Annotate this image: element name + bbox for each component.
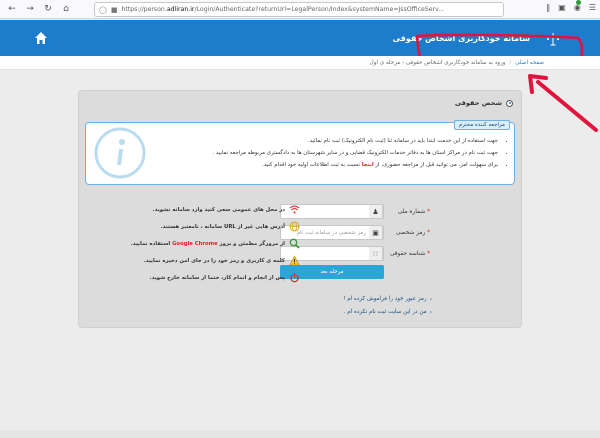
extension-icon[interactable]: ◉: [574, 0, 581, 12]
notice-list: جهت استفاده از این خدمت ابتدا باید در سا…: [144, 135, 504, 171]
national-id-label: * شماره ملی: [376, 209, 430, 215]
tip-text: از مرورگر مطمئن و بروز Google Chrome است…: [131, 241, 285, 247]
legal-person-radio[interactable]: [506, 99, 513, 107]
tip-text: کلمه ی کاربری و رمز خود را در جای امن ذخ…: [143, 257, 285, 264]
globe-icon: [289, 221, 300, 232]
chevron-left-icon: ‹: [429, 296, 432, 303]
not-registered-link[interactable]: ‹ من در این سایت ثبت نام نکرده ام .: [282, 306, 432, 319]
shield-icon: ◯: [99, 5, 107, 14]
wifi-warning-icon: [289, 205, 300, 214]
tip-text-chrome: Google Chrome: [172, 240, 218, 247]
tip-text: آدرس هایی غیر از URL سامانه ، نامعتبر هس…: [161, 224, 285, 230]
menu-icon[interactable]: ☰: [589, 3, 596, 12]
panel-heading-label: شخص حقوقی: [454, 99, 502, 107]
panel-heading: شخص حقوقی: [455, 99, 513, 107]
address-bar[interactable]: ◯ ■ https://person. adliran.ir/Login/Auth…: [94, 2, 504, 17]
notice-item-text: برای سهولت امر، می توانید قبل از مراجعه …: [375, 162, 498, 168]
tip-text-part: آدرس هایی غیر از: [235, 223, 285, 230]
tip-text: در محل های عمومی سعی کنید وارد سامانه نش…: [152, 206, 285, 213]
tip-text-part: از مرورگر مطمئن و بروز: [217, 240, 285, 247]
url-prefix: https://person.: [121, 6, 167, 13]
required-mark: *: [427, 250, 430, 257]
password-label-text: رمز شخصی: [395, 229, 426, 236]
notice-item: برای سهولت امر، می توانید قبل از مراجعه …: [144, 159, 498, 171]
notice-item: جهت ثبت نام در مراکز استان ها به دفاتر خ…: [144, 147, 498, 159]
info-icon: [94, 127, 146, 179]
site-header: سامانه خودکاربری اشخاص حقوقی: [0, 20, 600, 67]
user-icon: ♟: [369, 205, 383, 218]
power-icon: [290, 273, 299, 283]
legal-id-label: * شناسه حقوقی: [376, 251, 430, 257]
magnifier-icon: [289, 238, 300, 249]
breadcrumb-separator: /: [509, 60, 512, 66]
grid-icon: ∷: [369, 247, 383, 260]
browser-toolbar: ← → ↻ ⌂ ◯ ■ https://person. adliran.ir/Lo…: [0, 0, 600, 19]
national-id-row: * شماره ملی ♟: [280, 204, 430, 219]
next-step-label: مرحله بعد: [320, 269, 344, 275]
warning-icon: [289, 255, 300, 266]
tip-row: کلمه ی کاربری و رمز خود را در جای امن ذخ…: [144, 252, 300, 269]
legal-id-label-text: شناسه حقوقی: [389, 250, 426, 257]
sidebar-icon[interactable]: ▣: [558, 3, 566, 12]
lock-icon: ■: [110, 5, 118, 14]
home-browser-icon[interactable]: ⌂: [60, 3, 72, 15]
password-row: * رمز شخصی ▣ رمز شخصی در سامانه ثبت نام: [280, 225, 430, 240]
tip-row: از مرورگر مطمئن و بروز Google Chrome است…: [131, 235, 300, 252]
extension-badge: [575, 0, 581, 5]
national-id-label-text: شماره ملی: [397, 208, 426, 215]
lock-icon: ▣: [369, 226, 383, 239]
library-icon[interactable]: ‖: [546, 3, 550, 12]
browser-right-tools: ‖ ▣ ◉ ☰: [546, 0, 596, 12]
breadcrumb-home[interactable]: صفحه اصلی: [515, 60, 544, 66]
chevron-left-icon: ‹: [429, 309, 432, 316]
tip-text-part: سامانه ، نامعتبر هستند.: [160, 223, 225, 230]
breadcrumb: صفحه اصلی/ورود به سامانه خودکاربری اشخاص…: [370, 60, 544, 66]
tip-row: پس از انجام و اتمام کار، حتما از سامانه …: [150, 269, 300, 286]
breadcrumb-current: ورود به سامانه خودکاربری اشخاص حقوقی - م…: [369, 60, 506, 66]
help-links: ‹ رمز عبور خود را فراموش کرده ام ! ‹ من در…: [282, 293, 432, 319]
required-mark: *: [427, 229, 430, 236]
status-bar: [0, 430, 600, 438]
red-annotation-arrow: [528, 74, 598, 132]
forward-icon[interactable]: →: [24, 3, 36, 15]
notice-title: مراجعه کننده محترم: [453, 120, 510, 130]
scales-logo-icon: [547, 33, 559, 46]
not-registered-text: من در این سایت ثبت نام نکرده ام .: [343, 309, 427, 315]
browser-nav-buttons: ← → ↻ ⌂: [0, 3, 92, 15]
home-icon[interactable]: [34, 31, 48, 45]
tip-text-url: URL: [224, 223, 236, 230]
reload-icon[interactable]: ↻: [42, 3, 54, 15]
notice-box: مراجعه کننده محترم جهت استفاده از این خد…: [85, 120, 515, 185]
tip-row: در محل های عمومی سعی کنید وارد سامانه نش…: [150, 201, 300, 218]
notice-item: جهت استفاده از این خدمت ابتدا باید در سا…: [144, 135, 498, 147]
site-title: سامانه خودکاربری اشخاص حقوقی: [392, 34, 530, 43]
tip-text-part: استفاده نمایید.: [130, 240, 173, 247]
forgot-password-text: رمز عبور خود را فراموش کرده ام !: [343, 296, 427, 302]
tip-row: آدرس هایی غیر از URL سامانه ، نامعتبر هس…: [150, 218, 300, 235]
url-host: adliran.ir: [166, 6, 195, 13]
back-icon[interactable]: ←: [6, 3, 18, 15]
required-mark: *: [427, 208, 430, 215]
password-label: * رمز شخصی: [376, 230, 430, 236]
legal-id-row: * شناسه حقوقی ∷: [280, 246, 430, 261]
url-path: /Login/Authenticate?returnUrl=LegalPerso…: [194, 6, 445, 13]
forgot-password-link[interactable]: ‹ رمز عبور خود را فراموش کرده ام !: [282, 293, 432, 306]
breadcrumb-bar: صفحه اصلی/ورود به سامانه خودکاربری اشخاص…: [0, 56, 600, 70]
tip-text: پس از انجام و اتمام کار، حتما از سامانه …: [149, 274, 285, 281]
notice-item-text: نسبت به ثبت اطلاعات اولیه خود اقدام کنید…: [262, 162, 360, 168]
here-link[interactable]: اینجا: [362, 162, 374, 168]
security-tips: در محل های عمومی سعی کنید وارد سامانه نش…: [131, 201, 300, 286]
